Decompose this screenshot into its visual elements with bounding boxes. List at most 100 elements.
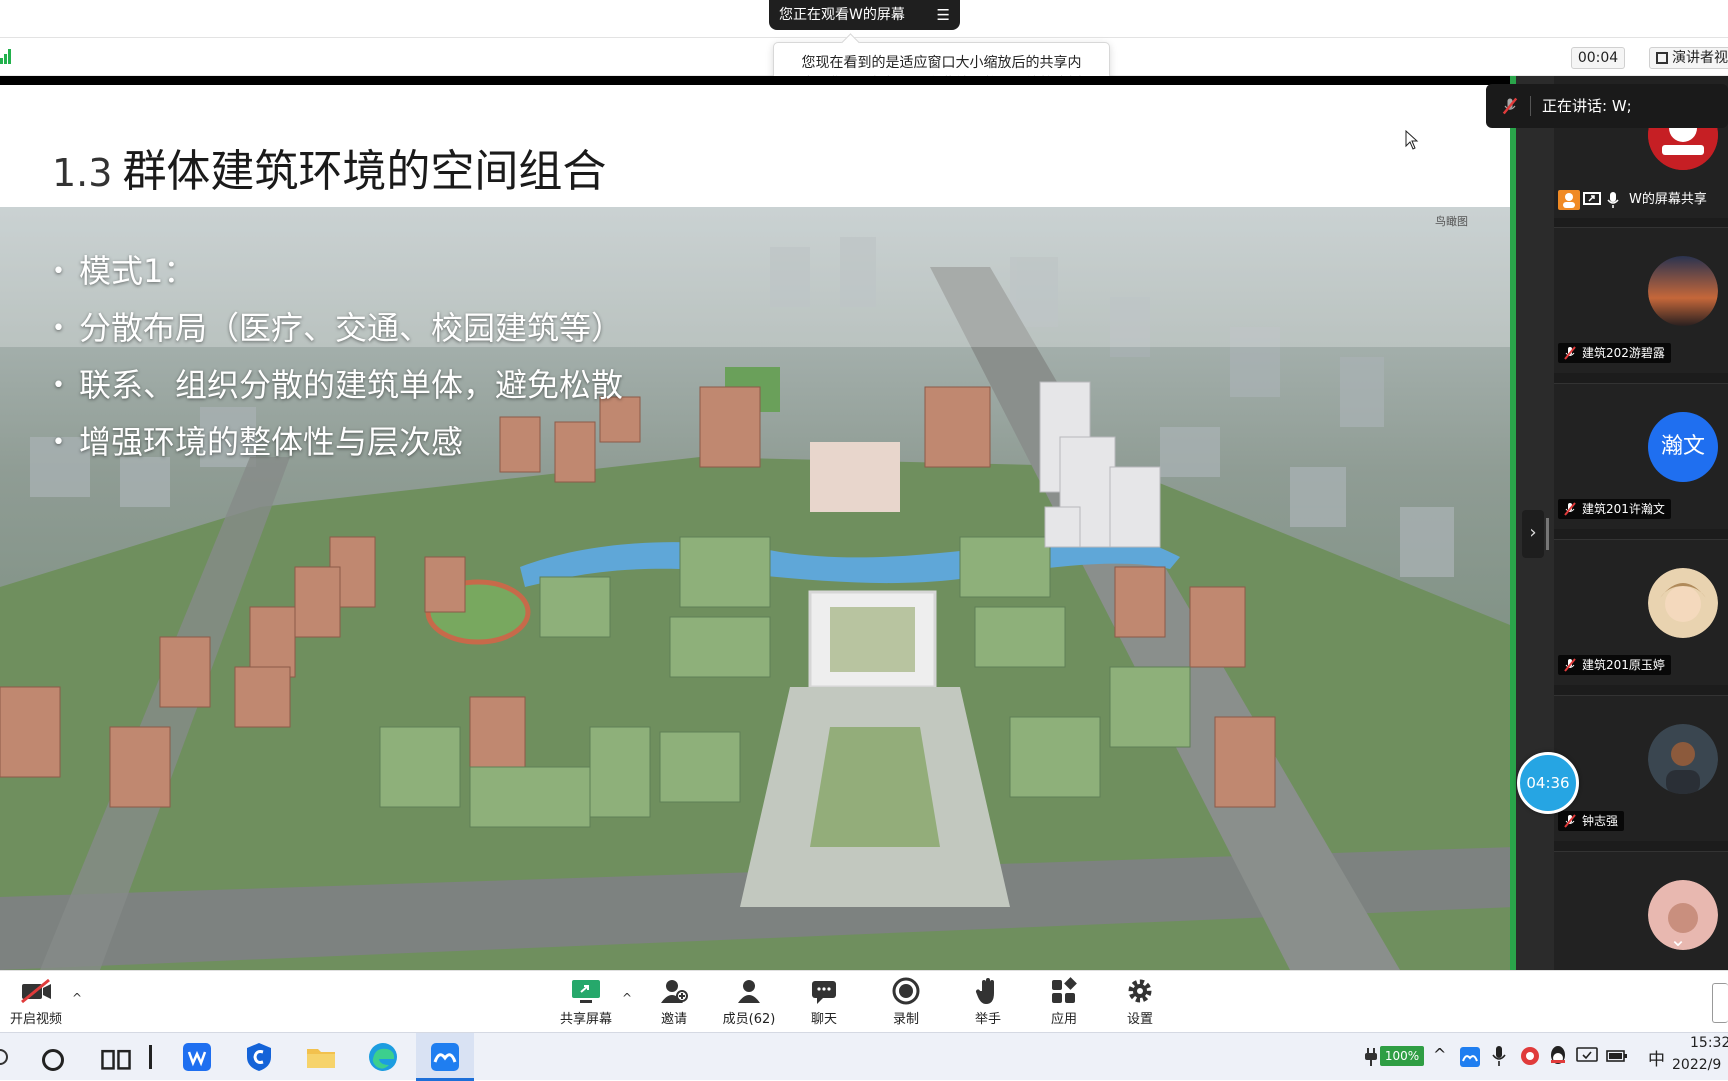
floating-timer[interactable]: 04:36 — [1517, 752, 1579, 814]
mic-muted-icon — [1564, 346, 1576, 360]
viewing-indicator-label: 您正在观看W的屏幕 — [779, 7, 905, 23]
participant-name-tag: 钟志强 — [1558, 811, 1625, 831]
menu-icon[interactable]: ☰ — [937, 0, 950, 30]
file-explorer-icon[interactable] — [305, 1041, 337, 1073]
video-options-caret-icon[interactable]: ^ — [72, 991, 82, 1005]
chevron-right-icon: › — [1529, 522, 1537, 543]
cortana-icon[interactable] — [42, 1049, 64, 1071]
edge-browser-icon[interactable] — [367, 1041, 399, 1073]
screen-share-label: W的屏幕共享 — [1629, 192, 1707, 207]
microphone-icon[interactable] — [1492, 1045, 1506, 1067]
record-label: 录制 — [892, 1012, 919, 1027]
scroll-down-button[interactable]: ⌄ — [1660, 928, 1696, 950]
battery-icon[interactable] — [1606, 1049, 1628, 1063]
shared-slide: 1.3 群体建筑环境的空间组合 鸟瞰图 • 模式1： • 分散布局（医疗、交通、… — [0, 85, 1515, 970]
mic-muted-icon — [1564, 502, 1576, 516]
video-off-icon — [21, 978, 51, 1004]
taskbar-separator — [149, 1045, 152, 1069]
chevron-down-icon: ⌄ — [1669, 927, 1687, 951]
start-search-icon[interactable] — [0, 1049, 8, 1065]
speaker-view-button[interactable]: 演讲者视 — [1649, 47, 1728, 69]
mic-muted-icon — [1502, 97, 1518, 115]
hand-icon — [975, 978, 994, 1004]
settings-button[interactable]: 设置 — [1122, 977, 1158, 1029]
participant-name-tag: 建筑201原玉婷 — [1558, 655, 1671, 675]
collapse-panel-button[interactable]: › — [1522, 510, 1544, 558]
apps-button[interactable]: 应用 — [1046, 977, 1082, 1029]
clock-time[interactable]: 15:32 — [1690, 1035, 1728, 1051]
wps-app-icon[interactable] — [181, 1041, 213, 1073]
mic-muted-icon — [1564, 658, 1576, 672]
raise-hand-button[interactable]: 举手 — [970, 977, 1006, 1029]
share-top-border — [0, 76, 1515, 85]
people-icon — [738, 980, 760, 1003]
slide-title-number: 1.3 — [52, 151, 113, 195]
chat-button[interactable]: 聊天 — [806, 977, 842, 1029]
qq-tray-icon[interactable] — [1548, 1045, 1568, 1067]
task-view-icon[interactable] — [100, 1045, 132, 1077]
participant-name: 建筑201原玉婷 — [1582, 658, 1665, 672]
start-video-button[interactable]: 开启视频 — [6, 977, 66, 1029]
meeting-controls: 开启视频 ^ 共享屏幕 ^ 邀请 成员(62) 聊天 录制 举手 应用 设置 — [0, 970, 1728, 1032]
ime-indicator[interactable]: 中 — [1648, 1045, 1665, 1070]
tencent-meeting-icon[interactable] — [429, 1041, 461, 1073]
participant-avatar — [1648, 724, 1718, 794]
speaker-view-label: 演讲者视 — [1672, 50, 1728, 66]
display-tray-icon[interactable] — [1576, 1047, 1598, 1065]
cartoon-avatar-icon — [1648, 568, 1718, 638]
participant-name: 钟志强 — [1582, 814, 1619, 828]
layout-icon — [1656, 52, 1668, 64]
antivirus-tray-icon[interactable] — [1520, 1046, 1540, 1066]
share-screen-label: 共享屏幕 — [559, 1012, 612, 1027]
participant-name-tag: 建筑202游碧露 — [1558, 343, 1671, 363]
participant-avatar — [1648, 256, 1718, 326]
meeting-tray-icon[interactable] — [1460, 1047, 1480, 1067]
slide-title-text: 群体建筑环境的空间组合 — [122, 146, 607, 197]
share-screen-button[interactable]: 共享屏幕 — [556, 977, 616, 1029]
gear-icon — [1128, 979, 1152, 1003]
divider — [1530, 96, 1531, 116]
clock-date[interactable]: 2022/9 — [1672, 1057, 1721, 1073]
apps-grid-icon — [1052, 977, 1077, 1003]
settings-label: 设置 — [1126, 1012, 1153, 1027]
battery-level[interactable]: 100% — [1380, 1046, 1424, 1066]
participant-tile[interactable]: 建筑201原玉婷 — [1554, 539, 1728, 685]
host-icon — [1558, 190, 1580, 210]
invite-button[interactable]: 邀请 — [654, 977, 694, 1029]
participant-tile[interactable] — [1554, 851, 1728, 970]
share-options-caret-icon[interactable]: ^ — [622, 991, 632, 1005]
os-taskbar: 100% ^ 中 15:32 2022/9 — [0, 1032, 1728, 1081]
security-app-icon[interactable] — [243, 1041, 275, 1073]
slide-title: 1.3 群体建筑环境的空间组合 — [52, 135, 606, 199]
tray-expand-icon[interactable]: ^ — [1433, 1045, 1446, 1064]
side-handle[interactable] — [1712, 983, 1728, 1023]
add-person-icon — [661, 980, 688, 1003]
members-button[interactable]: 成员(62) — [720, 977, 778, 1029]
participant-name-tag: 建筑201许瀚文 — [1558, 499, 1671, 519]
plug-icon[interactable] — [1364, 1046, 1378, 1068]
meeting-duration: 00:04 — [1571, 47, 1625, 69]
participant-tile[interactable]: 建筑202游碧露 — [1554, 227, 1728, 373]
screen-share-tag: W的屏幕共享 — [1554, 188, 1728, 212]
record-icon — [892, 977, 920, 1005]
record-button[interactable]: 录制 — [888, 977, 924, 1029]
bullet-item: 分散布局（医疗、交通、校园建筑等） — [52, 302, 623, 359]
slide-bullets: 模式1： 分散布局（医疗、交通、校园建筑等） 联系、组织分散的建筑单体，避免松散… — [52, 245, 623, 473]
viewing-indicator[interactable]: 您正在观看W的屏幕 ☰ — [769, 0, 960, 30]
share-screen-icon — [572, 980, 600, 1003]
mouse-cursor-icon — [1405, 130, 1419, 150]
participant-avatar — [1648, 568, 1718, 638]
active-speaker-bar: 正在讲话: W; — [1486, 84, 1728, 128]
panel-resize-handle[interactable] — [1546, 518, 1549, 550]
start-video-label: 开启视频 — [9, 1012, 62, 1027]
invite-label: 邀请 — [660, 1012, 687, 1027]
network-signal-icon[interactable] — [0, 49, 12, 64]
participant-tile[interactable]: 瀚文 建筑201许瀚文 — [1554, 383, 1728, 529]
participant-tile[interactable]: 钟志强 — [1554, 695, 1728, 841]
mic-icon — [1607, 192, 1619, 208]
bullet-item: 增强环境的整体性与层次感 — [52, 416, 623, 473]
sunset-avatar-icon — [1648, 256, 1718, 326]
participant-avatar: 瀚文 — [1648, 412, 1718, 482]
members-label: 成员(62) — [722, 1012, 776, 1027]
chat-label: 聊天 — [810, 1012, 837, 1027]
